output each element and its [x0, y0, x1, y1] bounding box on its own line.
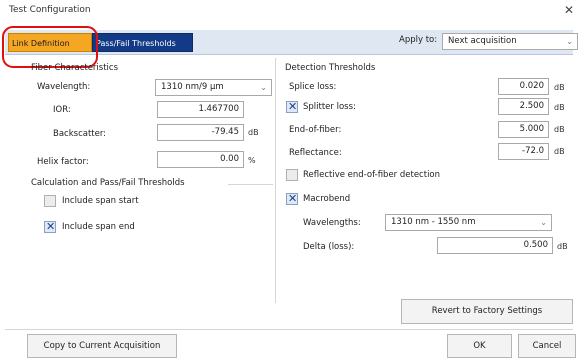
reflective-eof-checkbox[interactable]: [286, 169, 298, 181]
apply-to-select[interactable]: Next acquisition ⌄: [442, 33, 578, 50]
delta-loss-unit: dB: [557, 242, 568, 251]
include-span-start-checkbox[interactable]: [44, 195, 56, 207]
tab-link-definition[interactable]: Link Definition: [8, 33, 92, 52]
delta-loss-field[interactable]: 0.500: [437, 237, 553, 254]
backscatter-unit: dB: [248, 128, 259, 137]
apply-to-value: Next acquisition: [448, 36, 517, 46]
ior-label: IOR:: [53, 105, 71, 115]
include-span-end-label: Include span end: [62, 222, 135, 232]
window-title: Test Configuration: [9, 5, 91, 15]
delta-loss-label: Delta (loss):: [303, 242, 355, 252]
ior-field[interactable]: 1.467700: [157, 101, 244, 118]
ok-button[interactable]: OK: [447, 334, 512, 358]
splitter-loss-unit: dB: [554, 103, 565, 112]
footer-divider: [5, 329, 573, 330]
apply-to-label: Apply to:: [399, 35, 438, 45]
chevron-down-icon: ⌄: [566, 37, 573, 46]
wavelengths-select[interactable]: 1310 nm - 1550 nm ⌄: [385, 214, 552, 231]
splitter-loss-label: Splitter loss:: [303, 102, 356, 112]
wavelength-value: 1310 nm/9 µm: [161, 82, 224, 92]
splitter-loss-field[interactable]: 2.500: [498, 98, 549, 115]
eof-unit: dB: [554, 125, 565, 134]
backscatter-field[interactable]: -79.45: [157, 124, 244, 141]
cancel-button[interactable]: Cancel: [518, 334, 576, 358]
helix-label: Helix factor:: [37, 157, 89, 167]
macrobend-label: Macrobend: [303, 194, 351, 204]
reflectance-field[interactable]: -72.0: [498, 143, 549, 160]
helix-unit: %: [248, 156, 256, 165]
include-span-start-label: Include span start: [62, 196, 139, 206]
calc-section-title: Calculation and Pass/Fail Thresholds: [31, 178, 185, 188]
chevron-down-icon: ⌄: [540, 218, 547, 227]
backscatter-label: Backscatter:: [53, 129, 107, 139]
eof-field[interactable]: 5.000: [498, 121, 549, 138]
close-icon[interactable]: ✕: [564, 3, 574, 17]
splice-loss-label: Splice loss:: [289, 82, 337, 92]
wavelength-select[interactable]: 1310 nm/9 µm ⌄: [155, 79, 272, 96]
fiber-section-title: Fiber Characteristics: [31, 63, 119, 73]
splitter-loss-checkbox[interactable]: [286, 100, 298, 113]
include-span-end-checkbox[interactable]: [44, 220, 56, 233]
wavelength-label: Wavelength:: [37, 82, 91, 92]
helix-field[interactable]: 0.00: [157, 151, 244, 168]
copy-to-current-button[interactable]: Copy to Current Acquisition: [27, 334, 177, 358]
detection-section-title: Detection Thresholds: [285, 63, 376, 73]
reflectance-unit: dB: [554, 147, 565, 156]
splice-loss-field[interactable]: 0.020: [498, 78, 549, 95]
reflectance-label: Reflectance:: [289, 148, 342, 158]
eof-label: End-of-fiber:: [289, 125, 342, 135]
reflective-eof-label: Reflective end-of-fiber detection: [303, 170, 441, 180]
column-divider: [275, 58, 276, 303]
chevron-down-icon: ⌄: [260, 83, 267, 92]
tab-pass-fail-thresholds[interactable]: Pass/Fail Thresholds: [92, 33, 193, 52]
revert-factory-button[interactable]: Revert to Factory Settings: [401, 299, 573, 324]
macrobend-checkbox[interactable]: [286, 192, 298, 205]
divider: [228, 184, 273, 185]
wavelengths-label: Wavelengths:: [303, 218, 361, 228]
splice-loss-unit: dB: [554, 83, 565, 92]
wavelengths-value: 1310 nm - 1550 nm: [391, 217, 476, 227]
